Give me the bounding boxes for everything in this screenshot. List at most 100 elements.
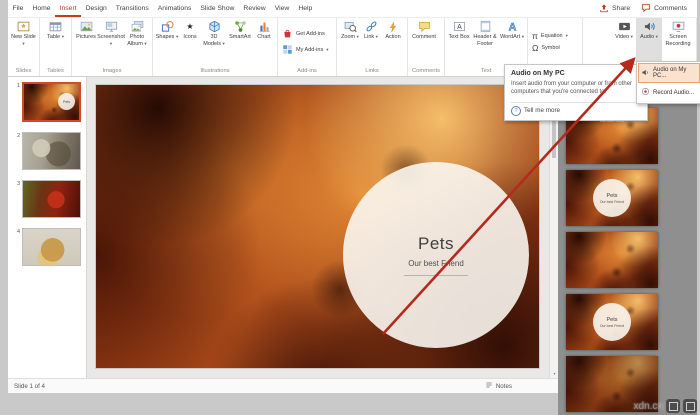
slide-canvas[interactable]: Pets Our best Friend — [96, 85, 539, 368]
thumb-title-circle: Pets Our best Friend — [593, 303, 631, 341]
store-icon — [282, 28, 293, 41]
tooltip-title: Audio on My PC — [511, 70, 641, 77]
menu-item-record-audio[interactable]: Record Audio... — [638, 83, 700, 102]
menu-tab-slide-show[interactable]: Slide Show — [196, 0, 239, 17]
new-slide-icon — [17, 19, 30, 34]
equation-icon: π — [532, 32, 538, 41]
comment-button[interactable]: Comment — [410, 17, 438, 67]
text-box-icon: A — [453, 19, 466, 34]
share-button[interactable]: Share — [599, 3, 630, 15]
watermark: xdn.cn — [634, 399, 697, 413]
get-add-ins-button[interactable]: Get Add-ins — [280, 28, 334, 41]
header-footer-button[interactable]: Header & Footer — [471, 17, 499, 67]
ribbon-group-images: Pictures Screenshot ▾ Photo Album ▾ Imag… — [72, 17, 153, 76]
chart-button[interactable]: Chart — [253, 17, 275, 67]
ribbon-group-label-add-ins: Add-ins — [280, 67, 334, 76]
help-icon: ? — [511, 106, 521, 116]
my-add-ins-button[interactable]: My Add-ins ▾ — [280, 44, 334, 57]
slide-row-2: 2 — [12, 132, 81, 170]
caret-icon: ▾ — [144, 41, 146, 46]
slide-row-4: 4 — [12, 228, 81, 266]
icons-button[interactable]: ★ Icons — [179, 17, 201, 67]
menu-tab-help[interactable]: Help — [294, 0, 317, 17]
caret-icon: ▾ — [176, 34, 178, 39]
audio-button[interactable]: Audio ▾ — [636, 17, 662, 67]
wordart-button[interactable]: A WordArt ▾ — [499, 17, 525, 67]
symbol-button[interactable]: Ω Symbol — [530, 44, 580, 53]
video-icon — [618, 19, 631, 34]
ribbon-group-label-illustrations: Illustrations — [155, 67, 275, 76]
caret-icon: ▾ — [223, 41, 225, 46]
photo-album-icon — [131, 19, 144, 34]
related-slides-panel: Pets Our best Friend Pets Our best Frien… — [558, 76, 697, 415]
menu-tab-file[interactable]: File — [8, 0, 28, 17]
menu-tab-design[interactable]: Design — [81, 0, 111, 17]
ribbon-group-label-tables: Tables — [42, 67, 69, 76]
shapes-button[interactable]: Shapes ▾ — [155, 17, 179, 67]
slide-number: 4 — [12, 228, 20, 266]
my-add-ins-icon — [282, 44, 293, 57]
tell-me-more-link[interactable]: ? Tell me more — [511, 106, 641, 116]
3d-models-button[interactable]: 3D Models ▾ — [201, 17, 227, 67]
screenshot-button[interactable]: Screenshot ▾ — [98, 17, 124, 67]
ribbon-group-label-links: Links — [339, 67, 405, 76]
zoom-button[interactable]: Zoom ▾ — [339, 17, 361, 67]
slide-thumbnail-1[interactable]: Pets — [22, 82, 81, 122]
caret-icon: ▾ — [22, 41, 24, 46]
menu-tab-animations[interactable]: Animations — [153, 0, 196, 17]
audio-on-my-pc-tooltip: Audio on My PC Insert audio from your co… — [504, 64, 648, 121]
slide-number: 1 — [12, 82, 20, 122]
menu-tab-transitions[interactable]: Transitions — [111, 0, 153, 17]
shapes-icon — [161, 19, 174, 34]
caret-icon: ▾ — [522, 34, 524, 39]
action-button[interactable]: Action — [381, 17, 405, 67]
record-audio-icon — [641, 87, 650, 98]
caret-icon: ▾ — [656, 34, 658, 39]
ribbon-group-slides: New Slide ▾ Slides — [8, 17, 40, 76]
notes-icon — [485, 381, 493, 391]
table-button[interactable]: Table ▾ — [42, 17, 69, 67]
slide-subtitle: Our best Friend — [408, 259, 464, 268]
subtitle-rule — [404, 275, 468, 276]
screenshot-icon — [105, 19, 118, 34]
watermark-text: xdn.cn — [634, 401, 663, 412]
slide-row-1: 1 Pets — [12, 82, 81, 122]
menu-tab-insert[interactable]: Insert — [55, 0, 81, 17]
symbol-icon: Ω — [532, 44, 538, 53]
zoom-icon — [344, 19, 357, 34]
svg-text:A: A — [457, 24, 462, 31]
slide-thumbnail-3[interactable] — [22, 180, 81, 218]
menu-bar: File Home Insert Design Transitions Anim… — [8, 0, 697, 18]
menu-item-audio-on-my-pc[interactable]: Audio on My PC... — [638, 63, 700, 83]
menu-tab-view[interactable]: View — [270, 0, 294, 17]
photo-album-button[interactable]: Photo Album ▾ — [124, 17, 150, 67]
smartart-icon — [234, 19, 247, 34]
pictures-button[interactable]: Pictures — [74, 17, 98, 67]
related-slide-thumbnail-2[interactable]: Pets Our best Friend — [566, 170, 658, 226]
notes-button[interactable]: Notes — [485, 381, 512, 391]
screen-recording-icon — [672, 19, 685, 34]
menu-tab-review[interactable]: Review — [239, 0, 270, 17]
related-slide-thumbnail-3[interactable] — [566, 232, 658, 288]
slide-thumbnail-4[interactable] — [22, 228, 81, 266]
slide-thumbnail-2[interactable] — [22, 132, 81, 170]
audio-icon — [643, 19, 656, 34]
svg-text:A: A — [508, 21, 516, 33]
related-slide-thumbnail-4[interactable]: Pets Our best Friend — [566, 294, 658, 350]
link-button[interactable]: Link ▾ — [361, 17, 381, 67]
comments-icon — [641, 3, 651, 15]
slide-row-3: 3 — [12, 180, 81, 218]
smartart-button[interactable]: SmartArt — [227, 17, 253, 67]
screen-recording-button[interactable]: Screen Recording — [662, 17, 694, 67]
video-button[interactable]: Video ▾ — [612, 17, 636, 67]
text-box-button[interactable]: A Text Box — [447, 17, 471, 67]
audio-file-icon — [641, 68, 650, 79]
3d-models-icon — [208, 19, 221, 34]
menu-tab-home[interactable]: Home — [28, 0, 55, 17]
slide-title-circle[interactable]: Pets Our best Friend — [343, 162, 529, 348]
comments-button[interactable]: Comments — [641, 3, 687, 15]
ribbon-group-label-slides: Slides — [10, 67, 37, 76]
new-slide-button[interactable]: New Slide ▾ — [10, 17, 37, 67]
equation-button[interactable]: π Equation ▾ — [530, 32, 580, 41]
header-footer-icon — [479, 19, 492, 34]
